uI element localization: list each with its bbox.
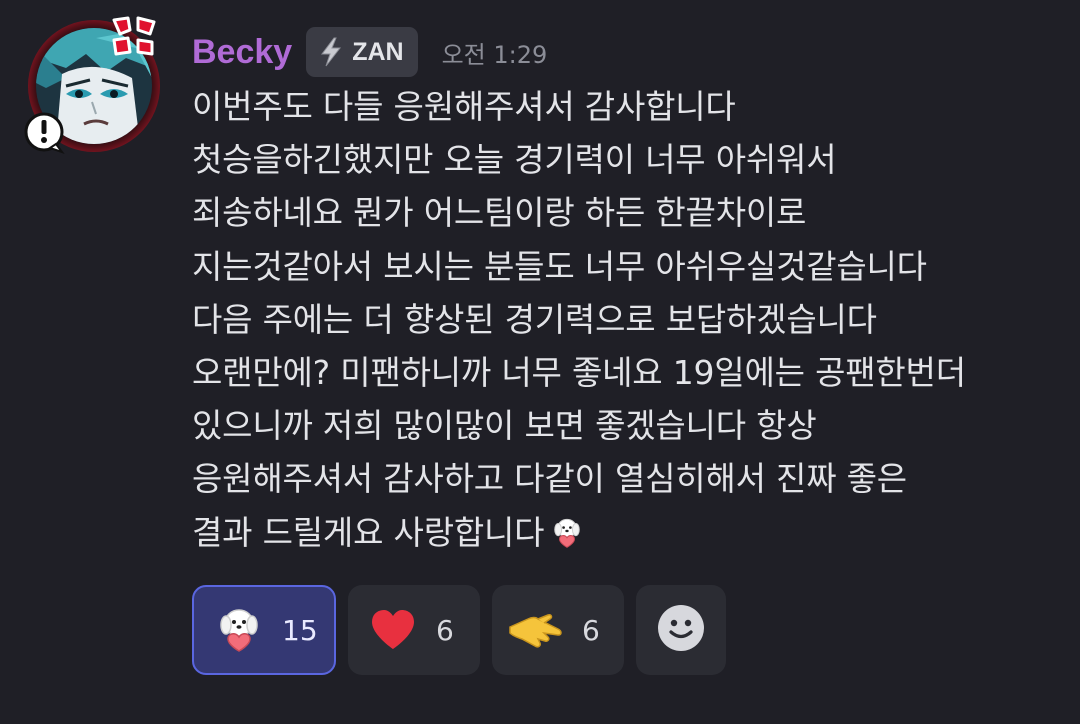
- reaction-pointing-hand[interactable]: 6: [492, 585, 624, 675]
- message-line: 응원해주셔서 감사하고 다같이 열심히해서 진짜 좋은: [192, 459, 907, 499]
- reaction-count: 6: [436, 613, 454, 647]
- message-content: 이번주도 다들 응원해주셔서 감사합니다 첫승을하긴했지만 오늘 경기력이 너무…: [192, 80, 1062, 559]
- message-line: 있으니까 저희 많이많이 보면 좋겠습니다 항상: [192, 406, 817, 446]
- message-line: 지는것같아서 보시는 분들도 너무 아쉬우실것같습니다: [192, 246, 927, 286]
- message-line: 첫승을하긴했지만 오늘 경기력이 너무 아쉬워서: [192, 140, 837, 180]
- message-header: Becky ZAN 오전 1:29: [192, 27, 548, 77]
- puppy-heart-emoji-icon: [550, 512, 584, 548]
- message-line-text: 결과 드릴게요 사랑합니다: [192, 512, 545, 552]
- message-line: 다음 주에는 더 향상된 경기력으로 보답하겠습니다: [192, 299, 877, 339]
- anger-symbol-icon: [108, 14, 160, 58]
- message-line-last: 결과 드릴게요 사랑합니다: [192, 506, 1062, 559]
- message-line: 오랜만에? 미팬하니까 너무 좋네요 19일에는 공팬한번더: [192, 353, 966, 393]
- username[interactable]: Becky: [192, 30, 292, 74]
- reaction-puppy-heart[interactable]: 15: [192, 585, 336, 675]
- reactions-bar: 15 6 6: [192, 585, 726, 675]
- pointing-hand-emoji-icon: [508, 605, 564, 655]
- reaction-red-heart[interactable]: 6: [348, 585, 480, 675]
- timestamp[interactable]: 오전 1:29: [442, 35, 548, 70]
- add-reaction-button[interactable]: [636, 585, 726, 675]
- smiley-add-reaction-icon: [656, 603, 706, 657]
- lightning-icon: [316, 36, 346, 68]
- message-line: 죄송하네요 뭔가 어느팀이랑 하든 한끝차이로: [192, 193, 807, 233]
- chat-message: Becky ZAN 오전 1:29 이번주도 다들 응원해주셔서 감사합니다 첫…: [0, 0, 1080, 724]
- exclamation-bubble-icon: [22, 110, 66, 154]
- red-heart-emoji-icon: [368, 605, 418, 655]
- server-tag-label: ZAN: [352, 37, 404, 66]
- reaction-count: 6: [582, 613, 600, 647]
- message-line: 이번주도 다들 응원해주셔서 감사합니다: [192, 87, 736, 126]
- server-tag[interactable]: ZAN: [306, 27, 418, 77]
- puppy-heart-emoji-icon: [214, 605, 264, 655]
- reaction-count: 15: [282, 613, 318, 647]
- avatar[interactable]: [24, 16, 160, 154]
